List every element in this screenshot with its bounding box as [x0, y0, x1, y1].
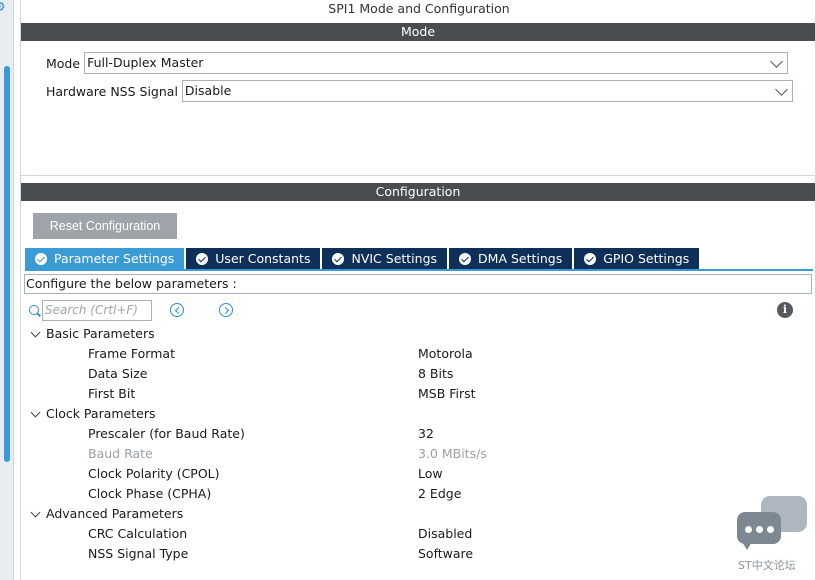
param-value[interactable]: 2 Edge: [418, 484, 461, 504]
info-icon[interactable]: i: [777, 302, 793, 318]
previous-result-icon[interactable]: [170, 303, 184, 317]
param-row-prescaler[interactable]: Prescaler (for Baud Rate) 32: [21, 424, 815, 444]
tab-nvic-settings[interactable]: NVIC Settings: [322, 248, 448, 270]
param-value[interactable]: 32: [418, 424, 434, 444]
group-label: Advanced Parameters: [46, 506, 184, 521]
mode-section-header: Mode: [21, 23, 815, 41]
check-circle-icon: [35, 253, 47, 265]
watermark-text: ST中文论坛: [738, 559, 796, 572]
group-advanced-parameters[interactable]: Advanced Parameters: [21, 504, 815, 524]
tab-label: GPIO Settings: [603, 251, 690, 266]
tab-parameter-settings[interactable]: Parameter Settings: [25, 248, 185, 270]
param-value[interactable]: Software: [418, 544, 473, 564]
param-name: NSS Signal Type: [88, 546, 189, 561]
group-label: Clock Parameters: [46, 406, 156, 421]
param-row-clock-phase[interactable]: Clock Phase (CPHA) 2 Edge: [21, 484, 815, 504]
mode-section: Mode Full-Duplex Master Hardware NSS Sig…: [21, 41, 815, 176]
param-row-crc-calculation[interactable]: CRC Calculation Disabled: [21, 524, 815, 544]
nss-select[interactable]: Disable: [181, 80, 793, 102]
check-circle-icon: [459, 253, 472, 265]
mode-label: Mode: [46, 55, 81, 71]
param-row-baud-rate: Baud Rate 3.0 MBits/s: [21, 444, 815, 464]
param-name: Baud Rate: [88, 446, 153, 461]
chevron-down-icon: [775, 83, 788, 96]
dot-icon: [756, 526, 763, 533]
panel-title: SPI1 Mode and Configuration: [328, 1, 510, 16]
param-row-clock-polarity[interactable]: Clock Polarity (CPOL) Low: [21, 464, 815, 484]
chevron-down-icon: [770, 55, 783, 68]
dot-icon: [745, 526, 752, 533]
chevron-down-icon[interactable]: [30, 507, 41, 518]
tab-label: DMA Settings: [478, 251, 563, 266]
group-clock-parameters[interactable]: Clock Parameters: [21, 404, 815, 424]
tab-gpio-settings[interactable]: GPIO Settings: [574, 248, 700, 270]
param-name: First Bit: [88, 386, 136, 401]
check-circle-icon: [584, 253, 597, 265]
param-value: 3.0 MBits/s: [418, 446, 487, 461]
search-bar: [29, 299, 152, 321]
gear-icon[interactable]: ⚙: [0, 1, 8, 15]
param-value[interactable]: 8 Bits: [418, 364, 453, 384]
chat-bubble-tail: [741, 540, 753, 550]
mode-select[interactable]: Full-Duplex Master: [84, 52, 789, 74]
tab-label: Parameter Settings: [54, 251, 175, 266]
spi-config-panel: SPI1 Mode and Configuration Mode Mode Fu…: [20, 0, 816, 580]
configuration-section-header: Configuration: [21, 183, 815, 201]
param-name: CRC Calculation: [88, 526, 188, 541]
tab-dma-settings[interactable]: DMA Settings: [449, 248, 573, 270]
mode-row: Mode Full-Duplex Master: [46, 52, 789, 74]
param-name: Prescaler (for Baud Rate): [88, 426, 245, 441]
forum-watermark: ST中文论坛: [735, 496, 811, 576]
group-label: Basic Parameters: [46, 326, 155, 341]
param-name: Clock Phase (CPHA): [88, 486, 212, 501]
tab-label: User Constants: [215, 251, 311, 266]
check-circle-icon: [332, 253, 345, 265]
param-name: Data Size: [88, 366, 148, 381]
param-value[interactable]: Disabled: [418, 524, 472, 544]
dot-icon: [767, 526, 774, 533]
scrollbar-thumb[interactable]: [4, 66, 10, 462]
param-row-frame-format[interactable]: Frame Format Motorola: [21, 344, 815, 364]
param-row-data-size[interactable]: Data Size 8 Bits: [21, 364, 815, 384]
chevron-down-icon[interactable]: [30, 407, 41, 418]
tab-label: NVIC Settings: [351, 251, 438, 266]
param-value[interactable]: Low: [418, 464, 443, 484]
mode-select-value: Full-Duplex Master: [87, 55, 204, 70]
search-input[interactable]: [42, 299, 152, 321]
group-basic-parameters[interactable]: Basic Parameters: [21, 324, 815, 344]
left-panel-gutter: ⚙: [0, 0, 14, 580]
nss-row: Hardware NSS Signal Disable: [46, 80, 793, 102]
nss-select-value: Disable: [184, 83, 232, 98]
reset-configuration-button[interactable]: Reset Configuration: [33, 213, 177, 239]
tab-underline: [25, 269, 813, 271]
param-value[interactable]: MSB First: [418, 384, 476, 404]
next-result-icon[interactable]: [219, 303, 233, 317]
param-value[interactable]: Motorola: [418, 344, 473, 364]
param-name: Clock Polarity (CPOL): [88, 466, 220, 481]
config-tabs: Parameter Settings User Constants NVIC S…: [25, 248, 701, 270]
tab-user-constants[interactable]: User Constants: [186, 248, 321, 270]
nss-label: Hardware NSS Signal: [46, 83, 178, 99]
param-name: Frame Format: [88, 346, 175, 361]
section-divider: [21, 176, 815, 183]
param-row-nss-signal-type[interactable]: NSS Signal Type Software: [21, 544, 815, 564]
config-hint-text: Configure the below parameters :: [24, 274, 812, 294]
parameter-tree: Basic Parameters Frame Format Motorola D…: [21, 324, 815, 564]
chevron-down-icon[interactable]: [30, 327, 41, 338]
check-circle-icon: [196, 253, 209, 265]
param-row-first-bit[interactable]: First Bit MSB First: [21, 384, 815, 404]
search-icon: [29, 305, 39, 315]
